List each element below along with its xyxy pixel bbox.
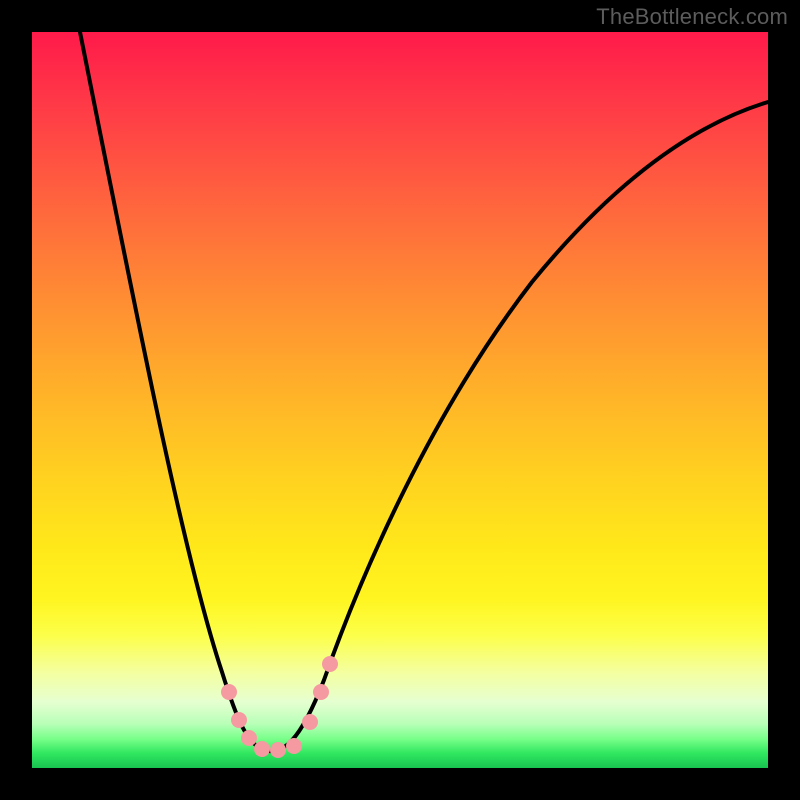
- curve-marker: [231, 712, 247, 728]
- bottleneck-curve: [80, 32, 768, 751]
- curve-marker: [254, 741, 270, 757]
- curve-marker: [270, 742, 286, 758]
- curve-marker: [241, 730, 257, 746]
- chart-frame: TheBottleneck.com: [0, 0, 800, 800]
- curve-layer: [32, 32, 768, 768]
- curve-marker: [322, 656, 338, 672]
- curve-marker: [286, 738, 302, 754]
- watermark-text: TheBottleneck.com: [596, 4, 788, 30]
- curve-marker: [221, 684, 237, 700]
- marker-group: [221, 656, 338, 758]
- curve-marker: [313, 684, 329, 700]
- curve-marker: [302, 714, 318, 730]
- plot-area: [32, 32, 768, 768]
